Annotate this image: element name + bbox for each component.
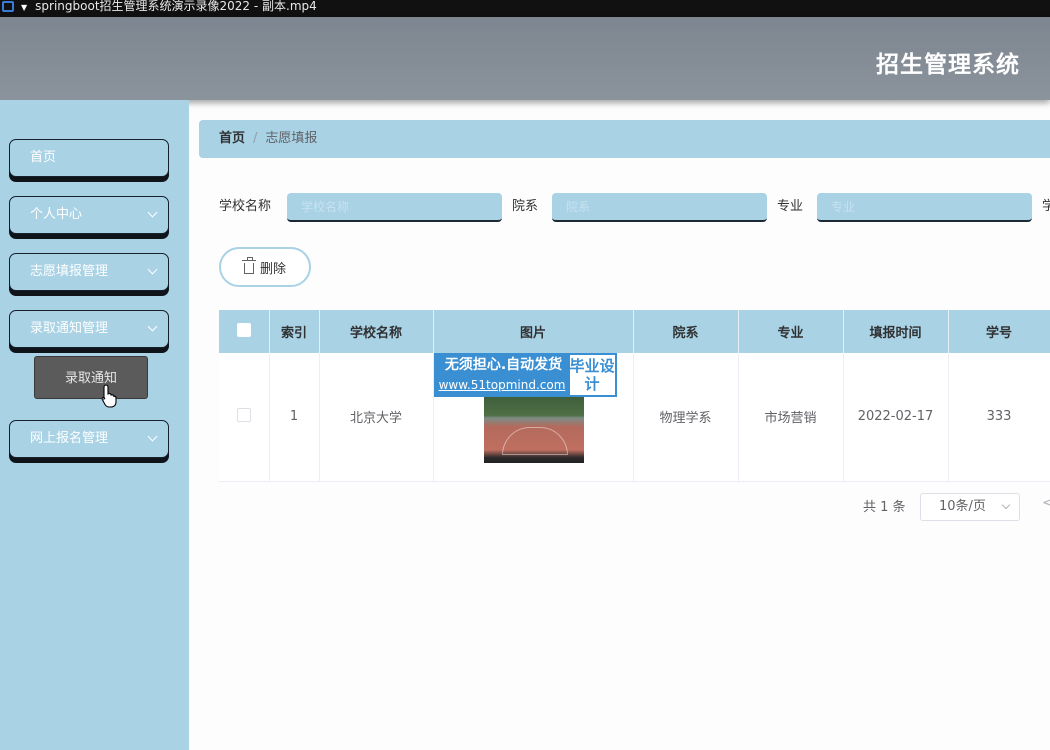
sidebar: 首页 个人中心 志愿填报管理 录取通知管理 录取通知 网上报名管理	[0, 100, 189, 750]
chevron-down-icon	[147, 431, 158, 442]
watermark-side: 毕业设计	[567, 353, 617, 397]
submenu-item-admission-notice[interactable]: 录取通知	[34, 356, 148, 399]
app-header: 招生管理系统	[0, 17, 1050, 100]
column-header: 索引	[269, 310, 320, 353]
column-header: 专业	[738, 310, 844, 353]
delete-button[interactable]: 删除	[219, 247, 311, 287]
select-all-checkbox[interactable]	[236, 322, 251, 337]
major-label: 专业	[777, 199, 804, 214]
column-header: 学校名称	[319, 310, 434, 353]
department-cell: 物理学系	[633, 353, 739, 482]
table-header-row: 索引 学校名称 图片 院系 专业 填报时间 学号	[219, 310, 1050, 353]
major-cell: 市场营销	[738, 353, 844, 482]
column-header: 学号	[948, 310, 1050, 353]
sidebar-item-label: 志愿填报管理	[30, 264, 109, 279]
watermark-line1: 无须担心.自动发货	[444, 357, 563, 373]
breadcrumb-home[interactable]: 首页	[219, 131, 245, 146]
chevron-down-icon	[1001, 500, 1011, 510]
date-cell: 2022-02-17	[843, 353, 949, 482]
select-all-cell[interactable]	[219, 310, 270, 353]
watermark-banner: 无须担心.自动发货 www.51topmind.com 毕业设计	[433, 353, 617, 397]
chevron-down-icon	[147, 321, 158, 332]
department-input[interactable]	[552, 193, 767, 222]
school-name-label: 学校名称	[219, 199, 272, 214]
sidebar-item-personal-center[interactable]: 个人中心	[9, 196, 169, 234]
dropdown-caret-icon[interactable]: ▼	[21, 1, 27, 14]
photo-thumbnail[interactable]	[483, 397, 584, 463]
watermark-url: www.51topmind.com	[438, 378, 566, 392]
index-cell: 1	[269, 353, 320, 482]
major-input[interactable]	[817, 193, 1032, 222]
hand-cursor-icon	[101, 384, 117, 408]
window-title: springboot招生管理系统演示录像2022 - 副本.mp4	[35, 0, 317, 13]
column-header: 填报时间	[843, 310, 949, 353]
sidebar-item-home[interactable]: 首页	[9, 139, 169, 177]
prev-page-button[interactable]: <	[1042, 495, 1050, 511]
sidebar-item-label: 首页	[30, 150, 57, 165]
breadcrumb-separator: /	[253, 131, 258, 146]
sidebar-item-volunteer-management[interactable]: 志愿填报管理	[9, 253, 169, 291]
student-no-label: 学	[1042, 199, 1050, 214]
sidebar-item-admission-notice-management[interactable]: 录取通知管理	[9, 310, 169, 348]
sidebar-item-label: 网上报名管理	[30, 431, 109, 446]
department-label: 院系	[512, 199, 539, 214]
column-header: 图片	[433, 310, 634, 353]
page-size-value: 10条/页	[939, 499, 986, 514]
row-select-cell[interactable]	[219, 353, 270, 482]
school-cell: 北京大学	[319, 353, 434, 482]
school-name-input[interactable]	[287, 193, 502, 222]
student-no-cell: 333	[948, 353, 1050, 482]
sidebar-item-online-registration-management[interactable]: 网上报名管理	[9, 420, 169, 458]
sidebar-item-label: 录取通知管理	[30, 321, 109, 336]
column-header: 院系	[633, 310, 739, 353]
chevron-down-icon	[147, 264, 158, 275]
app-icon	[2, 1, 14, 12]
breadcrumb-current: 志愿填报	[265, 131, 318, 146]
delete-button-label: 删除	[259, 261, 286, 277]
app-title: 招生管理系统	[876, 52, 1020, 78]
image-cell: 无须担心.自动发货 www.51topmind.com 毕业设计	[433, 353, 634, 482]
pagination-total: 共 1 条	[863, 500, 906, 515]
row-checkbox[interactable]	[236, 407, 251, 422]
volunteer-table: 索引 学校名称 图片 院系 专业 填报时间 学号 1 北京大学 无须担心.自动发…	[219, 310, 1050, 482]
sidebar-item-label: 个人中心	[30, 207, 83, 222]
breadcrumb: 首页 / 志愿填报	[199, 120, 1050, 158]
page-size-select[interactable]: 10条/页	[920, 493, 1020, 521]
chevron-down-icon	[147, 207, 158, 218]
table-row[interactable]: 1 北京大学 无须担心.自动发货 www.51topmind.com 毕业设计 …	[219, 353, 1050, 482]
trash-icon	[241, 256, 256, 274]
window-titlebar: ▼ springboot招生管理系统演示录像2022 - 副本.mp4	[0, 0, 1050, 17]
